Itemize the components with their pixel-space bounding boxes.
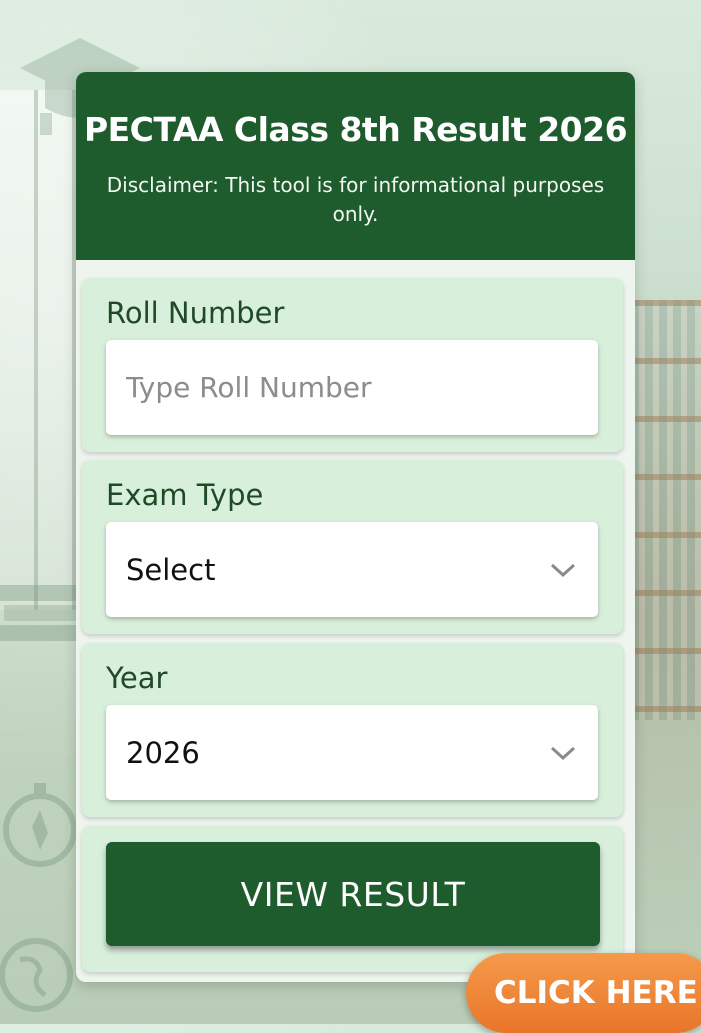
year-section: Year 2026: [82, 643, 623, 817]
exam-type-section: Exam Type Select: [82, 460, 623, 634]
submit-section: VIEW RESULT: [82, 826, 623, 972]
page-title: PECTAA Class 8th Result 2026: [83, 110, 628, 149]
roll-number-input[interactable]: [106, 340, 598, 435]
globe-icon: [0, 938, 73, 1012]
exam-type-label: Exam Type: [106, 478, 264, 512]
year-label: Year: [106, 661, 168, 695]
card-header: PECTAA Class 8th Result 2026 Disclaimer:…: [76, 72, 635, 260]
roll-number-label: Roll Number: [106, 296, 285, 330]
chevron-down-icon: [550, 563, 576, 577]
exam-type-selected-value: Select: [126, 552, 216, 587]
view-result-button[interactable]: VIEW RESULT: [106, 842, 600, 946]
roll-number-section: Roll Number: [82, 278, 623, 452]
compass-icon: [3, 783, 77, 867]
chevron-down-icon: [550, 746, 576, 760]
background-window: [0, 90, 80, 610]
books-icon: [0, 585, 78, 641]
result-form-card: PECTAA Class 8th Result 2026 Disclaimer:…: [76, 72, 635, 982]
click-here-button[interactable]: CLICK HERE: [466, 953, 701, 1033]
year-selected-value: 2026: [126, 735, 200, 770]
background-bookshelf: [631, 300, 701, 720]
year-select[interactable]: 2026: [106, 705, 598, 800]
disclaimer-text: Disclaimer: This tool is for information…: [106, 173, 605, 226]
exam-type-select[interactable]: Select: [106, 522, 598, 617]
